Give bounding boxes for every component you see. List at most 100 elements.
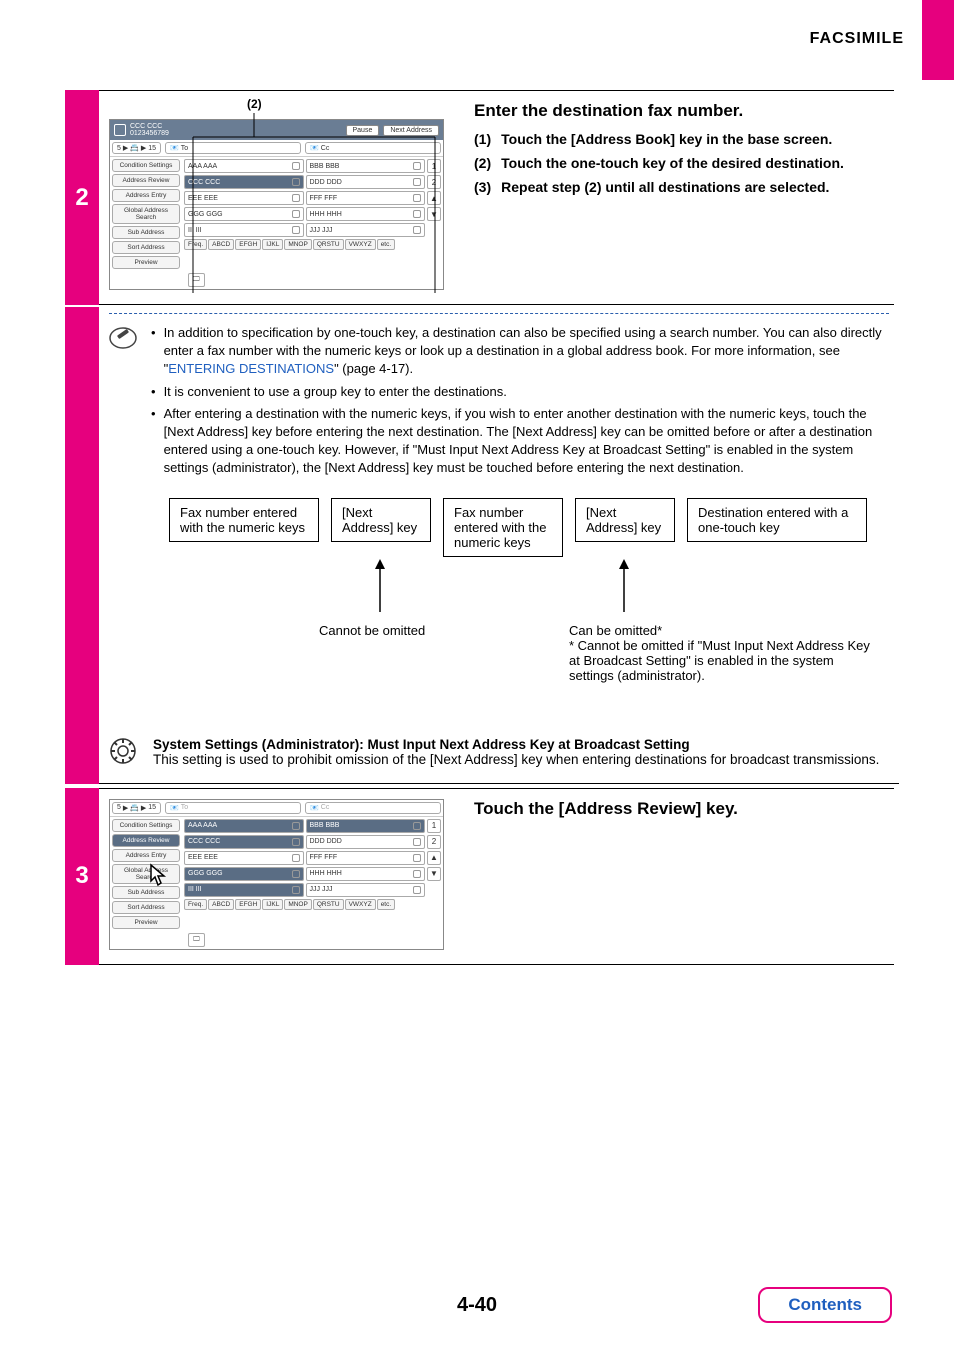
- tab-abcd[interactable]: ABCD: [208, 239, 234, 250]
- phone-icon: [292, 870, 300, 878]
- step-number-3: 3: [65, 788, 99, 965]
- count-indicator-3: 5 ▶ 📇 ▶ 15: [112, 802, 161, 814]
- cc-field[interactable]: 📧 Cc: [305, 142, 441, 154]
- to-field[interactable]: 📧 To: [165, 142, 301, 154]
- tab-etc[interactable]: etc.: [377, 239, 395, 250]
- sidebar3-entry[interactable]: Address Entry: [112, 849, 180, 862]
- address-review-screenshot: 5 ▶ 📇 ▶ 15 📧 To 📧 Cc Condition Settings …: [109, 799, 444, 950]
- sidebar-review[interactable]: Address Review: [112, 174, 180, 187]
- note3: After entering a destination with the nu…: [164, 405, 889, 478]
- flow-arrows: [169, 557, 889, 617]
- preview3-btn[interactable]: 🖵: [188, 933, 205, 947]
- entering-destinations-link[interactable]: ENTERING DESTINATIONS: [168, 361, 334, 376]
- scroll3-up[interactable]: ▲: [427, 851, 441, 865]
- tab3-efgh[interactable]: EFGH: [235, 899, 261, 910]
- next-address-button[interactable]: Next Address: [383, 125, 439, 136]
- phone-icon: [413, 210, 421, 218]
- page-1[interactable]: 1: [427, 159, 441, 173]
- tab3-ijkl[interactable]: IJKL: [262, 899, 283, 910]
- flow-box-4: [Next Address] key: [575, 498, 675, 542]
- contact3-ddd[interactable]: DDD DDD: [306, 835, 426, 849]
- page3-1[interactable]: 1: [427, 819, 441, 833]
- contents-button[interactable]: Contents: [758, 1287, 892, 1323]
- top-line2: 0123456789: [130, 130, 169, 137]
- sidebar3-preview[interactable]: Preview: [112, 916, 180, 929]
- sidebar-sort[interactable]: Sort Address: [112, 241, 180, 254]
- top-line1: CCC CCC: [130, 123, 169, 130]
- alpha-tabs-3: Freq. ABCD EFGH IJKL MNOP QRSTU VWXYZ et…: [184, 899, 425, 910]
- flow-box-1: Fax number entered with the numeric keys: [169, 498, 319, 542]
- contact-ddd[interactable]: DDD DDD: [306, 175, 426, 189]
- contact-ccc[interactable]: CCC CCC: [184, 175, 304, 189]
- tab-efgh[interactable]: EFGH: [235, 239, 261, 250]
- contact3-bbb[interactable]: BBB BBB: [306, 819, 426, 833]
- to-field-3[interactable]: 📧 To: [165, 802, 301, 814]
- sidebar3-global[interactable]: Global Address Search: [112, 864, 180, 884]
- contact-ggg[interactable]: GGG GGG: [184, 207, 304, 221]
- tab-mnop[interactable]: MNOP: [284, 239, 312, 250]
- tab3-freq[interactable]: Freq.: [184, 899, 207, 910]
- scroll3-down[interactable]: ▼: [427, 867, 441, 881]
- tab-vwxyz[interactable]: VWXYZ: [345, 239, 376, 250]
- address-book-screenshot: CCC CCC 0123456789 Pause Next Address 5 …: [109, 119, 444, 290]
- notes-list: In addition to specification by one-touc…: [151, 324, 889, 482]
- page3-2[interactable]: 2: [427, 835, 441, 849]
- tab3-mnop[interactable]: MNOP: [284, 899, 312, 910]
- tab3-qrstu[interactable]: QRSTU: [313, 899, 344, 910]
- sidebar-entry[interactable]: Address Entry: [112, 189, 180, 202]
- tab-freq[interactable]: Freq.: [184, 239, 207, 250]
- contact3-eee[interactable]: EEE EEE: [184, 851, 304, 865]
- contact3-hhh[interactable]: HHH HHH: [306, 867, 426, 881]
- sidebar3-review[interactable]: Address Review: [112, 834, 180, 847]
- contact-hhh[interactable]: HHH HHH: [306, 207, 426, 221]
- contact3-ggg[interactable]: GGG GGG: [184, 867, 304, 881]
- group-icon: [413, 822, 421, 830]
- contact-aaa[interactable]: AAA AAA: [184, 159, 304, 173]
- admin-body: This setting is used to prohibit omissio…: [153, 752, 889, 767]
- contact3-aaa[interactable]: AAA AAA: [184, 819, 304, 833]
- preview-icon-button[interactable]: 🖵: [188, 273, 205, 287]
- contact-fff[interactable]: FFF FFF: [306, 191, 426, 205]
- scroll-up[interactable]: ▲: [427, 191, 441, 205]
- admin-title: System Settings (Administrator): Must In…: [153, 737, 889, 752]
- pencil-note-icon: [109, 324, 137, 482]
- gear-icon: [109, 737, 139, 767]
- count-indicator: 5 ▶ 📇 ▶ 15: [112, 142, 161, 154]
- contact3-iii[interactable]: III III: [184, 883, 304, 897]
- sidebar-global[interactable]: Global Address Search: [112, 204, 180, 224]
- sidebar3-sort[interactable]: Sort Address: [112, 901, 180, 914]
- step2-title: Enter the destination fax number.: [474, 101, 884, 121]
- phone-icon: [292, 838, 300, 846]
- group-icon: [292, 162, 300, 170]
- sidebar-sub[interactable]: Sub Address: [112, 226, 180, 239]
- pause-button[interactable]: Pause: [346, 125, 380, 136]
- sidebar3-sub[interactable]: Sub Address: [112, 886, 180, 899]
- flow-box-2: [Next Address] key: [331, 498, 431, 542]
- contact-jjj[interactable]: JJJ JJJ: [306, 223, 426, 237]
- contact3-ccc[interactable]: CCC CCC: [184, 835, 304, 849]
- tab3-abcd[interactable]: ABCD: [208, 899, 234, 910]
- contact-iii[interactable]: III III: [184, 223, 304, 237]
- cc-field-3[interactable]: 📧 Cc: [305, 802, 441, 814]
- tab3-etc[interactable]: etc.: [377, 899, 395, 910]
- instr-3-num: (3): [474, 179, 491, 195]
- tab-qrstu[interactable]: QRSTU: [313, 239, 344, 250]
- contact-bbb[interactable]: BBB BBB: [306, 159, 426, 173]
- sidebar3-condition[interactable]: Condition Settings: [112, 819, 180, 832]
- contact3-fff[interactable]: FFF FFF: [306, 851, 426, 865]
- phone-icon: [413, 854, 421, 862]
- phone-icon: [292, 210, 300, 218]
- step3-title: Touch the [Address Review] key.: [474, 799, 884, 819]
- page-2[interactable]: 2: [427, 175, 441, 189]
- phone-icon: [292, 194, 300, 202]
- tab3-vwxyz[interactable]: VWXYZ: [345, 899, 376, 910]
- contact3-jjj[interactable]: JJJ JJJ: [306, 883, 426, 897]
- scr3-row2: 5 ▶ 📇 ▶ 15 📧 To 📧 Cc: [110, 800, 443, 817]
- sidebar-condition[interactable]: Condition Settings: [112, 159, 180, 172]
- phone-icon: [292, 178, 300, 186]
- scroll-down[interactable]: ▼: [427, 207, 441, 221]
- tab-ijkl[interactable]: IJKL: [262, 239, 283, 250]
- sidebar-preview[interactable]: Preview: [112, 256, 180, 269]
- phone-icon: [292, 854, 300, 862]
- contact-eee[interactable]: EEE EEE: [184, 191, 304, 205]
